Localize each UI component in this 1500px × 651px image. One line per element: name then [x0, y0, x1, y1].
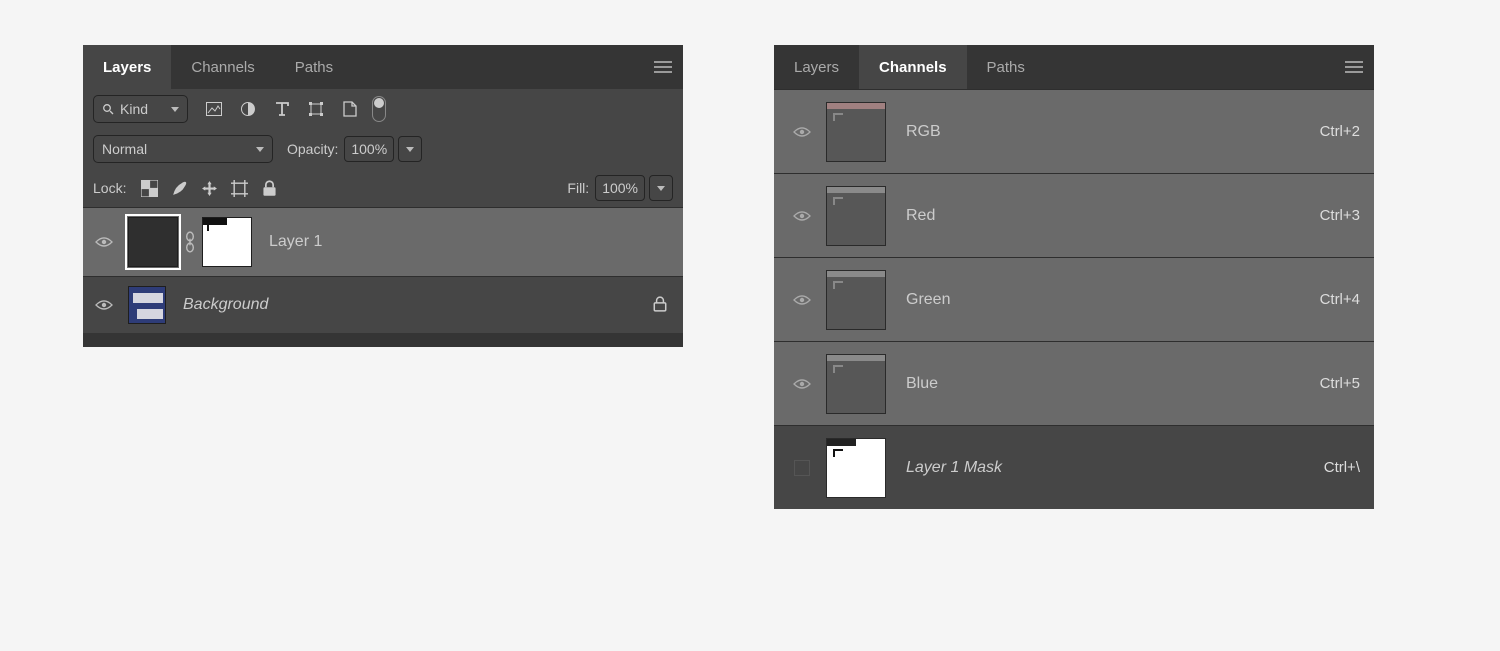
- filter-pixel-icon[interactable]: [200, 95, 228, 123]
- lock-row: Lock: Fill: 100%: [83, 169, 683, 207]
- layer-filter-row: Kind: [83, 89, 683, 129]
- search-icon: [102, 103, 114, 115]
- tab-paths[interactable]: Paths: [967, 45, 1045, 89]
- channel-row-red[interactable]: Red Ctrl+3: [774, 173, 1374, 257]
- channel-row-green[interactable]: Green Ctrl+4: [774, 257, 1374, 341]
- filter-toggle[interactable]: [372, 96, 386, 122]
- channel-name: Red: [906, 207, 935, 225]
- fill-label: Fill:: [567, 180, 589, 196]
- channel-row-rgb[interactable]: RGB Ctrl+2: [774, 89, 1374, 173]
- panel-footer: [83, 333, 683, 347]
- visibility-off-icon: [794, 460, 810, 476]
- filter-smartobject-icon[interactable]: [336, 95, 364, 123]
- blend-mode-value: Normal: [102, 141, 147, 157]
- channel-shortcut: Ctrl+4: [1320, 291, 1360, 308]
- channel-visibility-toggle[interactable]: [788, 460, 816, 476]
- channel-row-blue[interactable]: Blue Ctrl+5: [774, 341, 1374, 425]
- channel-shortcut: Ctrl+3: [1320, 207, 1360, 224]
- layer-row-layer1[interactable]: Layer 1: [83, 207, 683, 276]
- channel-name: RGB: [906, 123, 941, 141]
- opacity-value: 100%: [351, 141, 387, 157]
- lock-artboard-icon[interactable]: [228, 180, 250, 197]
- channel-name: Layer 1 Mask: [906, 459, 1002, 477]
- lock-position-icon[interactable]: [198, 180, 220, 197]
- layer-name[interactable]: Layer 1: [269, 233, 322, 251]
- filter-kind-label: Kind: [120, 101, 148, 117]
- opacity-value-field[interactable]: 100%: [344, 136, 394, 162]
- lock-transparent-icon[interactable]: [138, 180, 160, 197]
- lock-all-icon[interactable]: [258, 180, 280, 197]
- channel-thumbnail[interactable]: [826, 270, 886, 330]
- channel-shortcut: Ctrl+5: [1320, 375, 1360, 392]
- layer-mask-thumbnail[interactable]: [199, 214, 255, 270]
- channel-thumbnail[interactable]: [826, 102, 886, 162]
- layers-panel: Layers Channels Paths Kind: [83, 45, 683, 347]
- channel-visibility-toggle[interactable]: [788, 294, 816, 306]
- channel-shortcut: Ctrl+2: [1320, 123, 1360, 140]
- fill-value: 100%: [602, 180, 638, 196]
- tab-channels[interactable]: Channels: [171, 45, 274, 89]
- layer-row-background[interactable]: Background: [83, 276, 683, 333]
- fill-dropdown[interactable]: [649, 175, 673, 201]
- layer-visibility-toggle[interactable]: [93, 236, 115, 248]
- channel-shortcut: Ctrl+\: [1324, 459, 1360, 476]
- channel-thumbnail[interactable]: [826, 186, 886, 246]
- channel-visibility-toggle[interactable]: [788, 210, 816, 222]
- channel-visibility-toggle[interactable]: [788, 126, 816, 138]
- tab-channels[interactable]: Channels: [859, 45, 967, 89]
- layer-lock-icon[interactable]: [653, 296, 667, 315]
- filter-adjustment-icon[interactable]: [234, 95, 262, 123]
- filter-kind-select[interactable]: Kind: [93, 95, 188, 123]
- opacity-dropdown[interactable]: [398, 136, 422, 162]
- channel-visibility-toggle[interactable]: [788, 378, 816, 390]
- tab-paths[interactable]: Paths: [275, 45, 353, 89]
- filter-shape-icon[interactable]: [302, 95, 330, 123]
- lock-label: Lock:: [93, 180, 126, 196]
- tab-layers[interactable]: Layers: [774, 45, 859, 89]
- panel-menu-icon[interactable]: [1334, 45, 1374, 89]
- panel-menu-icon[interactable]: [643, 45, 683, 89]
- channel-thumbnail[interactable]: [826, 354, 886, 414]
- channels-panel: Layers Channels Paths RGB Ctrl+2 Red Ctr…: [774, 45, 1374, 509]
- channel-row-mask[interactable]: Layer 1 Mask Ctrl+\: [774, 425, 1374, 509]
- channel-thumbnail[interactable]: [826, 438, 886, 498]
- chevron-down-icon: [256, 147, 264, 152]
- panel-tabs: Layers Channels Paths: [774, 45, 1374, 89]
- filter-type-icon[interactable]: [268, 95, 296, 123]
- blend-mode-select[interactable]: Normal: [93, 135, 273, 163]
- channel-name: Green: [906, 291, 950, 309]
- tab-layers[interactable]: Layers: [83, 45, 171, 89]
- layer-thumbnail[interactable]: [125, 283, 169, 327]
- blend-row: Normal Opacity: 100%: [83, 129, 683, 169]
- layer-thumbnail[interactable]: [125, 214, 181, 270]
- opacity-label: Opacity:: [287, 141, 338, 157]
- panel-tabs: Layers Channels Paths: [83, 45, 683, 89]
- lock-pixels-icon[interactable]: [168, 180, 190, 197]
- chevron-down-icon: [171, 107, 179, 112]
- layer-mask-link-icon[interactable]: [181, 231, 199, 253]
- layer-visibility-toggle[interactable]: [93, 299, 115, 311]
- channel-name: Blue: [906, 375, 938, 393]
- layer-name[interactable]: Background: [183, 296, 268, 314]
- fill-value-field[interactable]: 100%: [595, 175, 645, 201]
